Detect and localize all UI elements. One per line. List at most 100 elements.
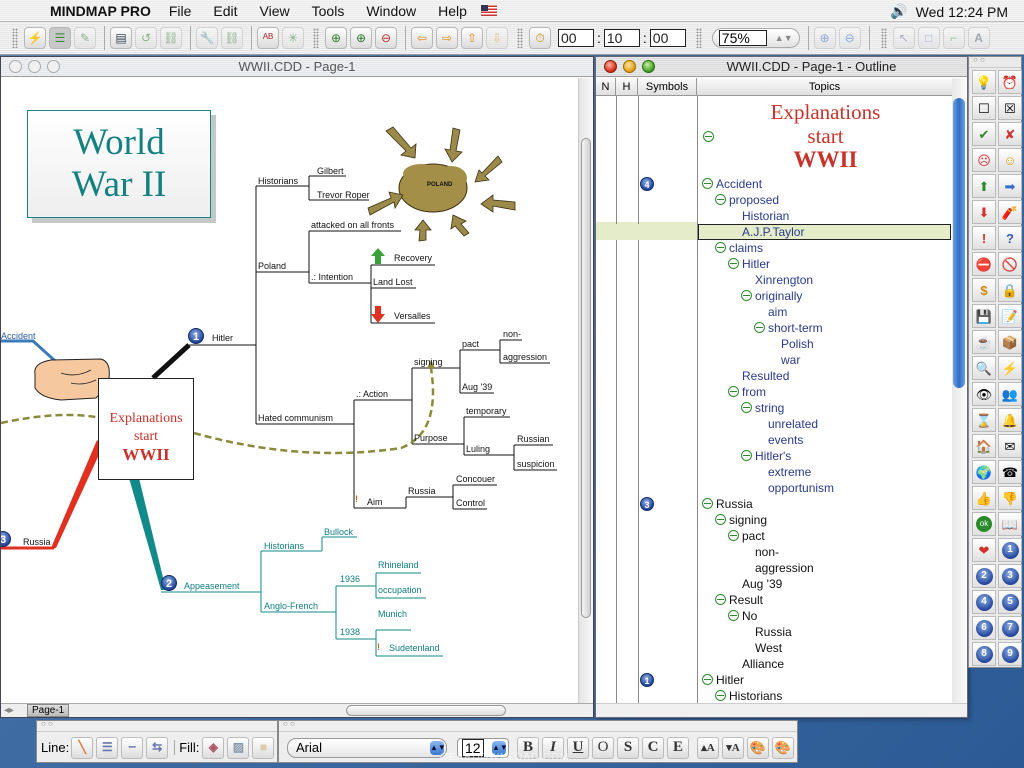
symbol-checkbox-empty-button[interactable]: ☐ <box>972 96 996 120</box>
line-ends-button[interactable]: ⇆ <box>146 736 169 759</box>
outline-topic[interactable]: Result <box>715 592 763 608</box>
collapse-toggle-icon[interactable] <box>728 386 739 397</box>
topic-pact[interactable]: pact <box>462 339 479 349</box>
outline-row[interactable]: extreme <box>596 464 953 480</box>
timer-minutes-field[interactable]: 10 <box>603 29 640 47</box>
zoom-in-button[interactable]: ⊕ <box>813 27 836 49</box>
collapse-toggle-icon[interactable] <box>703 131 714 142</box>
topic-recovery[interactable]: Recovery <box>394 253 432 263</box>
symbol-sad-face-button[interactable]: ☹ <box>972 148 996 172</box>
zoom-select[interactable]: 75% ▲▼ <box>711 28 800 48</box>
line-palette-titlebar[interactable] <box>37 719 277 732</box>
page-prev-icon[interactable]: ◂▸ <box>4 705 14 716</box>
symbol-number-2-button[interactable]: 2 <box>972 564 996 588</box>
symbol-lock-button[interactable]: 🔒 <box>998 278 1022 302</box>
outline-topic[interactable]: unrelated <box>768 416 818 432</box>
symbol-cup-button[interactable]: ☕ <box>972 330 996 354</box>
attach-button[interactable]: ⛓ <box>221 27 243 49</box>
outline-topic[interactable]: Polish <box>781 336 814 352</box>
input-language-flag-icon[interactable] <box>480 5 497 16</box>
outline-row[interactable]: unrelated <box>596 416 953 432</box>
move-left-button[interactable]: ⇦ <box>411 27 433 49</box>
topic-occupation[interactable]: occupation <box>378 585 422 595</box>
symbol-cross-button[interactable]: ✘ <box>998 122 1022 146</box>
collapse-toggle-icon[interactable] <box>741 402 752 413</box>
topic-appeasement[interactable]: Appeasement <box>184 581 240 591</box>
symbol-no-entry-button[interactable]: 🚫 <box>998 252 1022 276</box>
outline-topic[interactable]: Hitler <box>702 672 744 688</box>
symbol-stop-button[interactable]: ⛔ <box>972 252 996 276</box>
topic-hitler[interactable]: Hitler <box>212 333 233 343</box>
line-weight-button[interactable]: ☰ <box>96 736 119 759</box>
map-horizontal-scroll-thumb[interactable] <box>346 705 506 716</box>
symbol-dynamite-button[interactable]: 🧨 <box>998 200 1022 224</box>
outline-topic[interactable]: Russia <box>755 624 792 640</box>
fill-shadow-button[interactable]: ■ <box>252 736 275 759</box>
symbol-number-7-button[interactable]: 7 <box>998 616 1022 640</box>
outline-topic[interactable]: claims <box>715 240 763 256</box>
symbol-checkmark-button[interactable]: ✔ <box>972 122 996 146</box>
collapse-toggle-icon[interactable] <box>715 194 726 205</box>
outline-topic[interactable]: No <box>728 608 757 624</box>
page-tab[interactable]: Page-1 <box>27 704 70 717</box>
outline-topic[interactable]: extreme <box>768 464 811 480</box>
symbol-arrow-up-button[interactable]: ⬆ <box>972 174 996 198</box>
outline-topic[interactable]: from <box>728 384 766 400</box>
symbol-book-button[interactable]: 📖 <box>998 512 1022 536</box>
outline-topic[interactable]: Russia <box>702 496 753 512</box>
shadow-button[interactable]: S <box>617 736 639 759</box>
outline-vertical-scrollbar[interactable] <box>952 78 967 704</box>
text-color-button[interactable]: 🎨 <box>747 736 769 759</box>
outline-row[interactable]: West <box>596 640 953 656</box>
move-down-button[interactable]: ⇩ <box>486 27 508 49</box>
timer-button[interactable]: ⏱ <box>529 27 551 49</box>
close-button[interactable] <box>604 60 617 73</box>
outline-topic[interactable]: opportunism <box>768 480 834 496</box>
topic-munich[interactable]: Munich <box>378 609 407 619</box>
outline-topic[interactable]: war <box>781 352 800 368</box>
stepper-icon[interactable]: ▲▼ <box>775 33 793 43</box>
outline-row[interactable]: Xinrengton <box>596 272 953 288</box>
collapse-toggle-icon[interactable] <box>715 690 726 701</box>
outline-topic[interactable]: originally <box>741 288 802 304</box>
symbol-people-button[interactable]: 👥 <box>998 382 1022 406</box>
symbol-number-6-button[interactable]: 6 <box>972 616 996 640</box>
underline-button[interactable]: U <box>567 736 589 759</box>
symbol-lightbulb-button[interactable]: 💡 <box>972 70 996 94</box>
outline-topic[interactable]: string <box>741 400 784 416</box>
toolbar-grip[interactable] <box>695 28 702 48</box>
symbols-palette-titlebar[interactable] <box>969 55 1021 68</box>
topic-russian[interactable]: Russian <box>517 434 550 444</box>
outline-row[interactable]: 4 Accident <box>596 176 953 192</box>
outline-topic[interactable]: events <box>768 432 803 448</box>
outline-row[interactable]: pact <box>596 528 953 544</box>
zoom-button[interactable] <box>642 60 655 73</box>
mindmap-titlebar[interactable]: WWII.CDD - Page-1 <box>1 57 593 77</box>
topic-bullock[interactable]: Bullock <box>324 527 353 537</box>
outline-titlebar[interactable]: WWII.CDD - Page-1 - Outline <box>596 57 967 77</box>
outline-row[interactable]: aggression <box>596 560 953 576</box>
column-header-topics[interactable]: Topics <box>697 78 953 95</box>
fill-pattern-button[interactable]: ▨ <box>227 736 250 759</box>
symbol-heart-button[interactable]: ❤ <box>972 538 996 562</box>
symbol-box-button[interactable]: 📦 <box>998 330 1022 354</box>
outline-topic[interactable]: aim <box>768 304 787 320</box>
collapse-toggle-icon[interactable] <box>715 242 726 253</box>
menu-help[interactable]: Help <box>438 3 467 19</box>
symbol-magnifier-button[interactable]: 🔍 <box>972 356 996 380</box>
add-subtopic-button[interactable]: ⊕ <box>325 27 347 49</box>
outline-topic[interactable]: short-term <box>754 320 823 336</box>
symbol-thumbs-down-button[interactable]: 👎 <box>998 486 1022 510</box>
outline-row[interactable]: Alliance <box>596 656 953 672</box>
outline-row[interactable]: from <box>596 384 953 400</box>
topic-accident[interactable]: Accident <box>1 331 36 341</box>
symbol-checkbox-x-button[interactable]: ☒ <box>998 96 1022 120</box>
brainstorm-button[interactable]: ⚡ <box>24 27 46 49</box>
topic-concouer[interactable]: Concouer <box>456 474 495 484</box>
connector-tool-button[interactable]: ⌐ <box>942 27 965 49</box>
outline-row[interactable]: Polish <box>596 336 953 352</box>
topic-rhineland[interactable]: Rhineland <box>378 560 419 570</box>
outline-button[interactable]: O <box>592 736 614 759</box>
line-style-button[interactable]: ┄ <box>121 736 144 759</box>
symbol-floppy-disk-button[interactable]: 💾 <box>972 304 996 328</box>
